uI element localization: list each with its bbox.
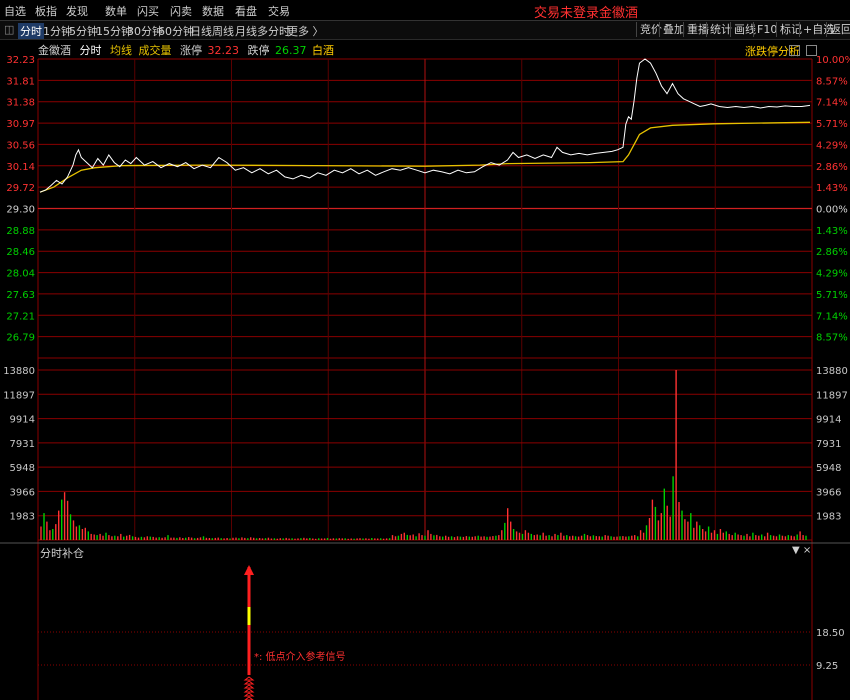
volume-tick-label: 7931: [10, 439, 35, 450]
volume-tick-label-right: 11897: [816, 390, 848, 401]
price-tick-label: 31.38: [6, 98, 35, 109]
signal-chevron-icon: [243, 692, 255, 697]
price-axis-left: 32.23 31.81 31.38 30.97 30.56 30.14 29.72 29.30…: [6, 55, 35, 344]
volume-tick-label-right: 9914: [816, 415, 841, 426]
price-tick-label: 26.79: [6, 333, 35, 344]
price-tick-label: 27.21: [6, 311, 35, 322]
volume-tick-label: 9914: [10, 415, 35, 426]
signal-legend-text: *: 低点介入参考信号: [254, 650, 346, 663]
price-tick-label: 27.63: [6, 290, 35, 301]
signal-chevron-icon: [243, 684, 255, 689]
volume-tick-label-right: 1983: [816, 512, 841, 523]
chart-grid: [0, 58, 850, 700]
volume-bars: [40, 370, 807, 540]
volume-tick-label-right: 7931: [816, 439, 841, 450]
volume-tick-label-right: 5948: [816, 463, 841, 474]
percent-tick-label: 4.29%: [816, 140, 848, 151]
signal-up-arrow-icon: [244, 565, 254, 575]
price-tick-label: 30.97: [6, 119, 35, 130]
sub-panel-controls[interactable]: ▼ ×: [792, 545, 811, 556]
signal-chevron-icon: [243, 680, 255, 685]
volume-tick-label: 13880: [3, 366, 35, 377]
volume-tick-label: 1983: [10, 512, 35, 523]
price-tick-label: 29.30: [6, 205, 35, 216]
price-tick-label: 30.56: [6, 140, 35, 151]
percent-tick-label: 7.14%: [816, 311, 848, 322]
percent-tick-label: 8.57%: [816, 333, 848, 344]
sub-panel-title[interactable]: 分时补仓: [40, 545, 84, 561]
percent-tick-label: 1.43%: [816, 183, 848, 194]
intraday-chart: 32.23 31.81 31.38 30.97 30.56 30.14 29.72 29.30…: [0, 55, 850, 700]
sub-panel-axis: 18.50 9.25: [816, 628, 845, 672]
percent-tick-label: 5.71%: [816, 290, 848, 301]
signal-chevron-icon: [243, 676, 255, 681]
volume-tick-label: 5948: [10, 463, 35, 474]
volume-tick-label: 11897: [3, 390, 35, 401]
price-tick-label: 30.14: [6, 162, 35, 173]
sub-tick-label: 18.50: [816, 628, 845, 639]
percent-tick-label: 2.86%: [816, 162, 848, 173]
sub-panel-signal: *: 低点介入参考信号: [243, 565, 346, 700]
volume-tick-label-right: 13880: [816, 366, 848, 377]
price-tick-label: 29.72: [6, 183, 35, 194]
percent-tick-label: 4.29%: [816, 269, 848, 280]
percent-tick-label: 5.71%: [816, 119, 848, 130]
percent-tick-label: 2.86%: [816, 247, 848, 258]
percent-tick-label: 0.00%: [816, 205, 848, 216]
price-tick-label: 28.88: [6, 226, 35, 237]
price-tick-label: 28.04: [6, 269, 35, 280]
percent-tick-label: 10.00%: [816, 55, 850, 66]
signal-chevron-icon: [243, 688, 255, 693]
volume-tick-label-right: 3966: [816, 487, 841, 498]
price-tick-label: 28.46: [6, 247, 35, 258]
price-tick-label: 31.81: [6, 76, 35, 87]
sub-tick-label: 9.25: [816, 661, 838, 672]
percent-tick-label: 7.14%: [816, 98, 848, 109]
price-tick-label: 32.23: [6, 55, 35, 66]
percent-tick-label: 1.43%: [816, 226, 848, 237]
volume-tick-label: 3966: [10, 487, 35, 498]
percent-tick-label: 8.57%: [816, 76, 848, 87]
percent-axis-right: 10.00% 8.57% 7.14% 5.71% 4.29% 2.86% 1.43% 0.00…: [816, 55, 850, 344]
